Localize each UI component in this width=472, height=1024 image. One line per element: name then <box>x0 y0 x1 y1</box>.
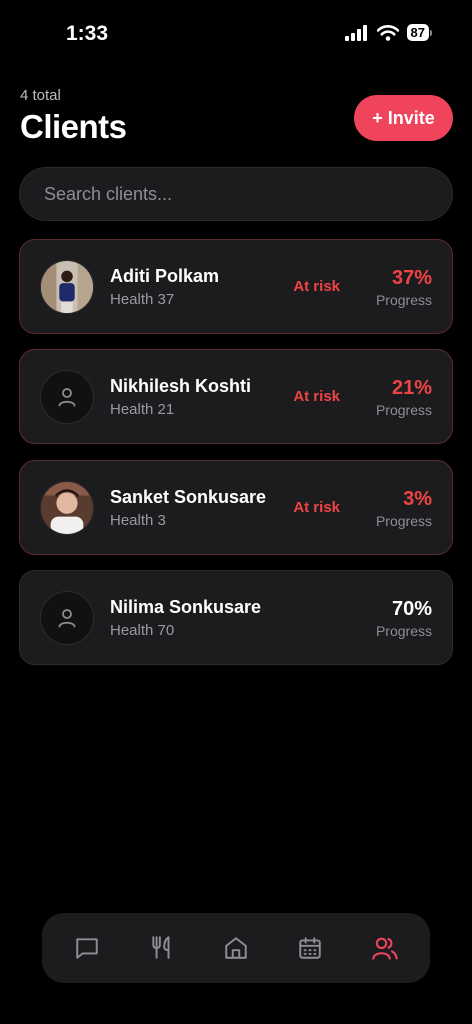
avatar <box>40 591 94 645</box>
status-badge: At risk <box>293 278 340 295</box>
status-badge: At risk <box>293 499 340 516</box>
client-name: Nilima Sonkusare <box>110 597 262 617</box>
home-icon <box>225 937 247 959</box>
progress-label: Progress <box>375 402 432 418</box>
progress-label: Progress <box>375 292 432 308</box>
calendar-icon <box>299 937 322 959</box>
tab-messages[interactable] <box>63 924 111 972</box>
client-health: Health 37 <box>110 291 175 308</box>
progress-percent: 3% <box>403 488 432 510</box>
client-card-aditi-polkam[interactable]: Aditi Polkam Health 37 At risk 37% Progr… <box>19 239 453 334</box>
client-health: Health 21 <box>110 401 175 418</box>
wifi-icon <box>376 24 399 41</box>
signal-icon <box>344 24 367 41</box>
fork-knife-icon <box>151 936 170 959</box>
status-badge: At risk <box>293 388 340 405</box>
tab-home[interactable] <box>212 924 260 972</box>
person-icon <box>58 609 76 628</box>
avatar <box>40 260 94 314</box>
users-icon <box>372 937 398 960</box>
avatar-photo-icon <box>41 482 93 534</box>
client-card-nikhilesh-koshti[interactable]: Nikhilesh Koshti Health 21 At risk 21% P… <box>19 349 453 444</box>
client-name: Sanket Sonkusare <box>110 487 267 507</box>
client-card-sanket-sonkusare[interactable]: Sanket Sonkusare Health 3 At risk 3% Pro… <box>19 460 453 555</box>
client-name: Nikhilesh Koshti <box>110 376 252 396</box>
client-health: Health 70 <box>110 622 175 639</box>
battery-level: 87 <box>406 24 429 41</box>
client-count: 4 total <box>20 87 61 104</box>
status-bar: 1:33 87 <box>0 0 472 70</box>
avatar <box>40 481 94 535</box>
chat-icon <box>76 938 98 959</box>
progress-percent: 21% <box>391 377 432 399</box>
avatar-photo-icon <box>41 261 93 313</box>
tab-clients[interactable] <box>361 924 409 972</box>
progress-label: Progress <box>375 513 432 529</box>
status-time: 1:33 <box>66 22 109 45</box>
tab-nutrition[interactable] <box>138 924 186 972</box>
client-card-nilima-sonkusare[interactable]: Nilima Sonkusare Health 70 70% Progress <box>19 570 453 665</box>
person-icon <box>58 388 76 407</box>
client-name: Aditi Polkam <box>110 266 220 286</box>
search-bar[interactable] <box>19 167 453 221</box>
invite-button[interactable]: + Invite <box>354 95 453 141</box>
avatar <box>40 370 94 424</box>
page-title: Clients <box>20 108 127 145</box>
progress-percent: 37% <box>391 267 432 289</box>
tab-calendar[interactable] <box>286 924 334 972</box>
battery-icon: 87 <box>406 24 432 41</box>
status-icons: 87 <box>344 24 432 41</box>
progress-label: Progress <box>375 623 432 639</box>
search-input[interactable] <box>42 182 430 206</box>
bottom-tab-bar <box>42 913 430 983</box>
client-health: Health 3 <box>110 512 166 529</box>
progress-percent: 70% <box>391 598 432 620</box>
